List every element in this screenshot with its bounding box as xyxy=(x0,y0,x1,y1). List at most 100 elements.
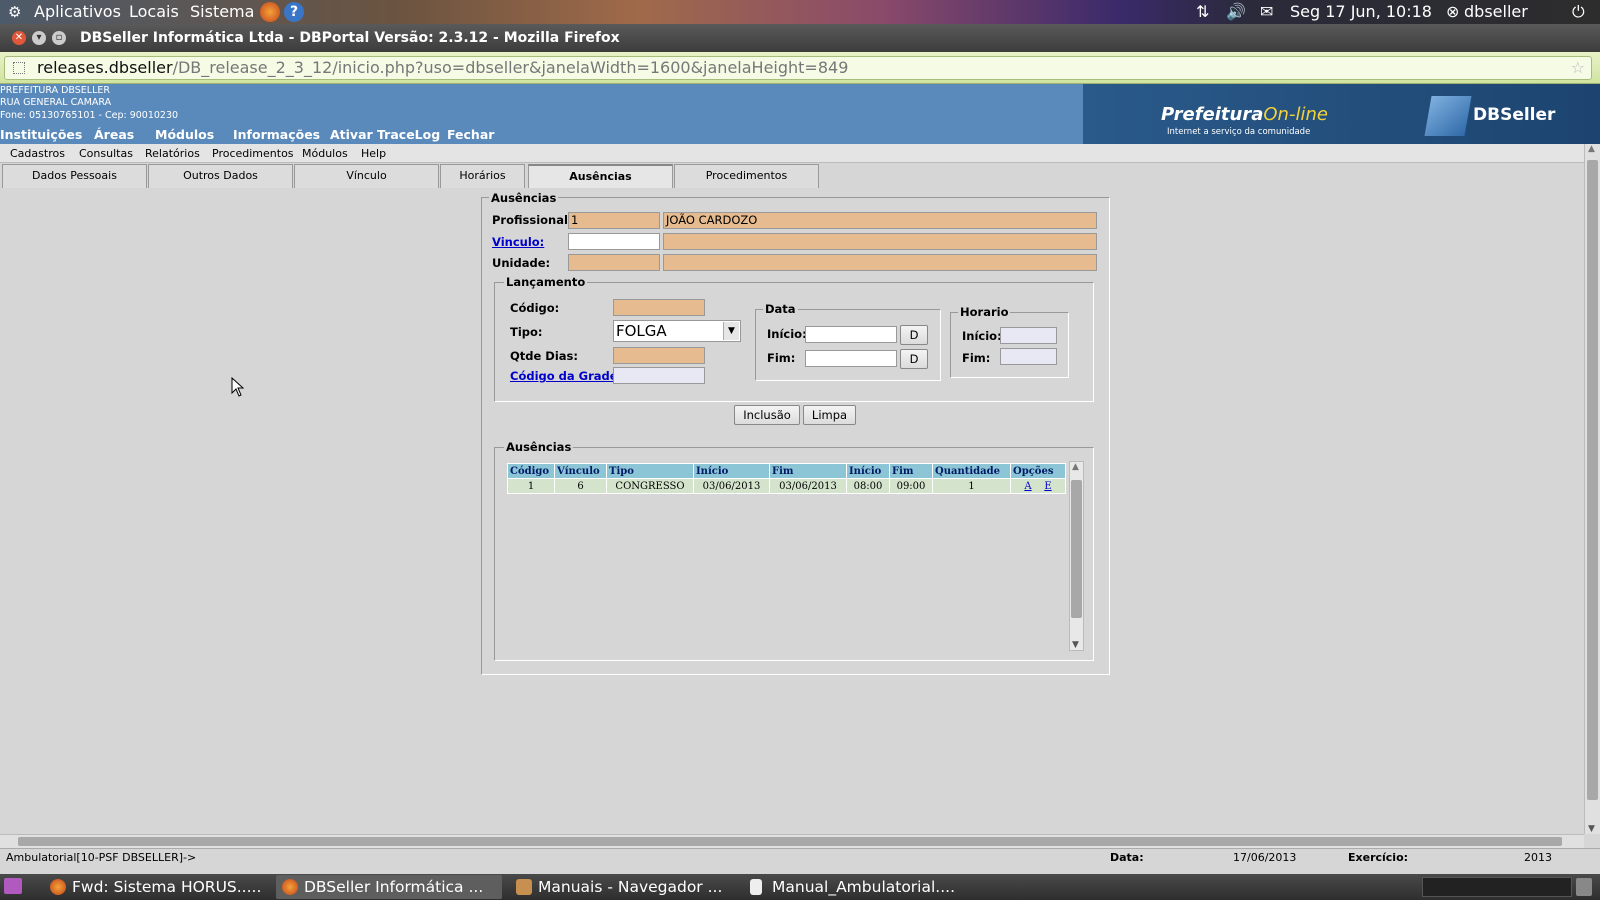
table-row[interactable]: 1 6 CONGRESSO 03/06/2013 03/06/2013 08:0… xyxy=(507,478,1066,494)
taskbar-item-dbseller[interactable]: DBSeller Informática ... xyxy=(276,875,502,899)
menu-fechar[interactable]: Fechar xyxy=(447,127,494,142)
data-fim-picker-button[interactable]: D xyxy=(900,349,928,369)
submenu-relatorios[interactable]: Relatórios xyxy=(145,147,200,160)
submenu-consultas[interactable]: Consultas xyxy=(79,147,133,160)
help-launcher-icon[interactable]: ? xyxy=(284,2,304,22)
menu-areas[interactable]: Áreas xyxy=(94,127,134,142)
horario-fim-field[interactable] xyxy=(1000,348,1057,365)
grid-scrollbar[interactable]: ▲ ▼ xyxy=(1069,461,1084,651)
tab-horarios[interactable]: Horários xyxy=(440,164,525,188)
tab-procedimentos[interactable]: Procedimentos xyxy=(674,164,819,188)
menu-instituicoes[interactable]: Instituições xyxy=(0,127,82,142)
firefox-icon xyxy=(50,879,66,895)
page-scroll-thumb[interactable] xyxy=(1587,160,1598,800)
bottom-taskbar: Fwd: Sistema HORUS..... DBSeller Informá… xyxy=(0,874,1600,900)
show-desktop-icon[interactable] xyxy=(4,878,22,894)
profissional-code-field[interactable]: 1 xyxy=(568,212,660,229)
data-inicio-picker-button[interactable]: D xyxy=(900,325,928,345)
menu-informacoes[interactable]: Informações xyxy=(233,127,320,142)
profissional-name-field[interactable]: JOÃO CARDOZO xyxy=(663,212,1097,229)
col-inicio: Início xyxy=(693,463,770,479)
scroll-up-icon[interactable]: ▲ xyxy=(1072,462,1079,472)
url-field[interactable]: releases.dbseller/DB_release_2_3_12/inic… xyxy=(4,56,1592,80)
page-horizontal-scrollbar[interactable] xyxy=(0,834,1584,848)
alterar-link[interactable]: A xyxy=(1024,481,1031,492)
data-fim-field[interactable] xyxy=(805,350,897,367)
page-scroll-down-icon[interactable]: ▼ xyxy=(1588,824,1595,834)
clock[interactable]: Seg 17 Jun, 10:18 xyxy=(1290,2,1432,22)
date-label: Data: xyxy=(1110,851,1144,864)
volume-icon[interactable]: 🔊 xyxy=(1226,2,1246,22)
vinculo-field[interactable] xyxy=(568,233,660,250)
tab-dados-pessoais[interactable]: Dados Pessoais xyxy=(2,164,147,188)
workspace-switcher[interactable] xyxy=(1422,877,1572,897)
vinculo-description-field[interactable] xyxy=(663,233,1097,250)
menu-modulos[interactable]: Módulos xyxy=(155,127,214,142)
page-hscroll-thumb[interactable] xyxy=(18,837,1562,846)
codigo-grade-link[interactable]: Código da Grade: xyxy=(510,369,622,383)
tab-outros-dados[interactable]: Outros Dados xyxy=(148,164,293,188)
scroll-down-icon[interactable]: ▼ xyxy=(1072,640,1079,650)
trash-icon[interactable] xyxy=(1576,878,1592,896)
ausencias-grid-legend: Ausências xyxy=(504,440,574,454)
inclusao-button[interactable]: Inclusão xyxy=(734,405,800,425)
taskbar-item-horus[interactable]: Fwd: Sistema HORUS..... xyxy=(44,875,270,899)
data-inicio-label: Início: xyxy=(767,327,807,341)
unidade-name-field[interactable] xyxy=(663,254,1097,271)
unidade-label: Unidade: xyxy=(492,256,551,270)
close-icon[interactable]: ✕ xyxy=(12,31,26,45)
menu-locais[interactable]: Locais xyxy=(129,2,179,22)
bookmark-star-icon[interactable]: ☆ xyxy=(1571,57,1585,79)
menu-ativar-tracelog[interactable]: Ativar TraceLog xyxy=(330,127,440,142)
cell-fim: 03/06/2013 xyxy=(769,478,847,494)
data-legend: Data xyxy=(763,302,798,316)
codigo-grade-field[interactable] xyxy=(613,367,705,384)
submenu-procedimentos[interactable]: Procedimentos xyxy=(212,147,294,160)
tipo-select[interactable]: FOLGA ▼ xyxy=(613,320,741,342)
submenu-cadastros[interactable]: Cadastros xyxy=(10,147,65,160)
mail-icon[interactable]: ✉ xyxy=(1260,2,1273,22)
codigo-field[interactable] xyxy=(613,299,705,316)
user-icon: ⊗ xyxy=(1446,2,1460,21)
excluir-link[interactable]: E xyxy=(1044,481,1051,492)
taskbar-item-manuais[interactable]: Manuais - Navegador ... xyxy=(510,875,736,899)
unidade-code-field[interactable] xyxy=(568,254,660,271)
page-scroll-up-icon[interactable]: ▲ xyxy=(1588,144,1595,154)
lancamento-legend: Lançamento xyxy=(504,275,588,289)
menu-aplicativos[interactable]: Aplicativos xyxy=(34,2,121,22)
horario-fieldset xyxy=(950,312,1069,378)
maximize-icon[interactable]: ▫ xyxy=(52,31,66,45)
submenu-modulos[interactable]: Módulos xyxy=(302,147,348,160)
page-vertical-scrollbar[interactable]: ▲ ▼ xyxy=(1584,144,1600,834)
col-quantidade: Quantidade xyxy=(932,463,1011,479)
tipo-label: Tipo: xyxy=(510,325,543,339)
cell-quantidade: 1 xyxy=(932,478,1011,494)
cell-hora-inicio: 08:00 xyxy=(846,478,890,494)
menu-sistema[interactable]: Sistema xyxy=(190,2,254,22)
horario-inicio-field[interactable] xyxy=(1000,327,1057,344)
taskbar-item-manual-ambulatorial[interactable]: Manual_Ambulatorial.... xyxy=(744,875,970,899)
tab-vinculo[interactable]: Vínculo xyxy=(294,164,439,188)
firefox-launcher-icon[interactable] xyxy=(260,2,280,22)
minimize-icon[interactable]: ▾ xyxy=(32,31,46,45)
tab-ausencias[interactable]: Ausências xyxy=(528,164,673,188)
qtde-dias-field[interactable] xyxy=(613,347,705,364)
exercicio-label: Exercício: xyxy=(1348,851,1409,864)
limpa-button[interactable]: Limpa xyxy=(803,405,856,425)
cell-vinculo: 6 xyxy=(554,478,607,494)
navigation-bar: releases.dbseller/DB_release_2_3_12/inic… xyxy=(0,52,1600,84)
firefox-icon xyxy=(282,879,298,895)
submenu-help[interactable]: Help xyxy=(361,147,386,160)
cell-opcoes: A E xyxy=(1010,478,1066,494)
horario-legend: Horario xyxy=(958,305,1011,319)
user-name[interactable]: dbseller xyxy=(1464,2,1528,22)
data-inicio-field[interactable] xyxy=(805,326,897,343)
power-icon[interactable]: ⏻ xyxy=(1572,2,1585,22)
site-identity-icon[interactable] xyxy=(13,62,25,74)
grid-scroll-thumb[interactable] xyxy=(1071,480,1082,618)
vinculo-link[interactable]: Vinculo: xyxy=(492,235,544,249)
ubuntu-logo-icon[interactable]: ⚙ xyxy=(8,2,21,22)
network-icon[interactable]: ⇅ xyxy=(1196,2,1209,22)
col-hora-fim: Fim xyxy=(889,463,933,479)
chevron-down-icon[interactable]: ▼ xyxy=(723,322,739,340)
